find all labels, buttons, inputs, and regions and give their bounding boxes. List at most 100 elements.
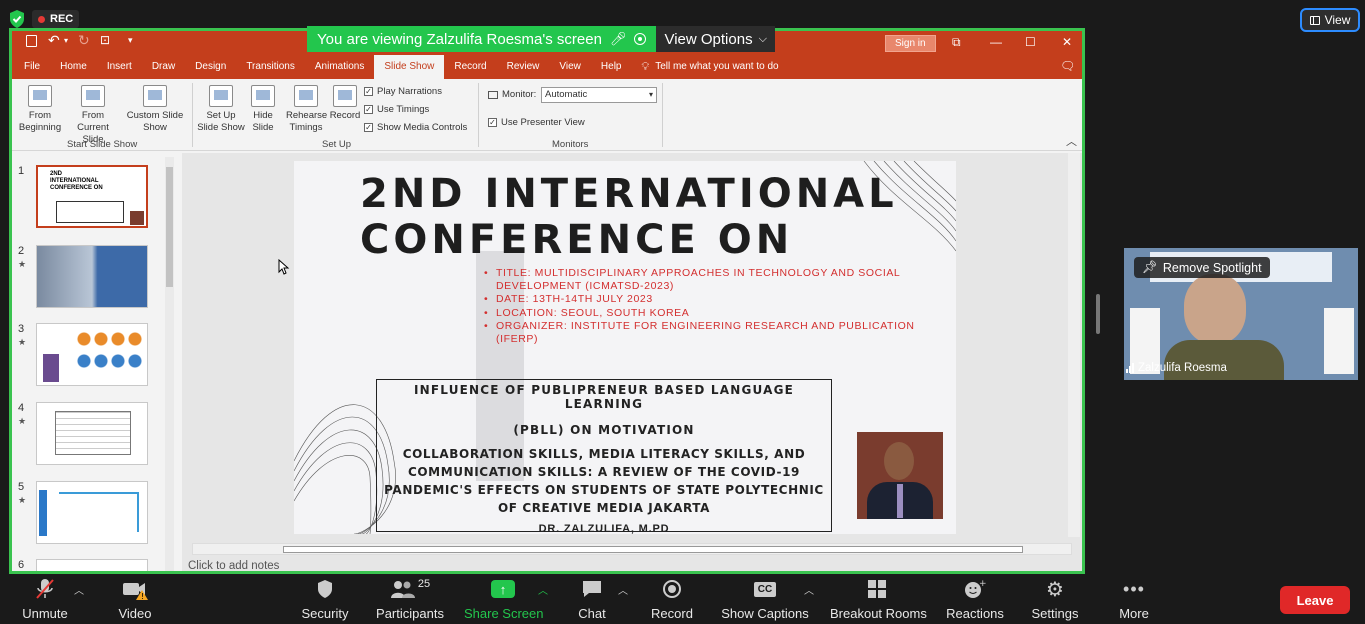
slide-thumbnail-panel: 1 2ND INTERNATIONAL CONFERENCE ON 2 ★ 3 … <box>12 153 182 571</box>
set-up-slide-show-button[interactable]: Set Up Slide Show <box>196 85 246 134</box>
slide-vertical-scrollbar[interactable] <box>1068 153 1080 537</box>
record-slide-button[interactable]: Record <box>328 85 362 122</box>
ribbon-display-icon[interactable]: ⧉ <box>952 35 961 50</box>
custom-slide-show-button[interactable]: Custom Slide Show <box>124 85 186 134</box>
tab-animations[interactable]: Animations <box>305 55 374 79</box>
reactions-button[interactable]: + Reactions <box>944 576 1006 624</box>
redo-icon[interactable]: ↻ <box>78 32 90 49</box>
group-monitors: Monitors <box>552 139 589 150</box>
share-screen-button[interactable]: ↑ Share Screen <box>464 576 544 624</box>
audio-options-caret-icon[interactable]: ︿ <box>74 582 84 597</box>
leave-button[interactable]: Leave <box>1280 586 1350 614</box>
tab-draw[interactable]: Draw <box>142 55 185 79</box>
tab-home[interactable]: Home <box>50 55 97 79</box>
from-current-slide-button[interactable]: From Current Slide <box>68 85 118 146</box>
show-media-controls-checkbox[interactable]: ✓ Show Media Controls <box>364 122 467 133</box>
rehearse-timings-button[interactable]: Rehearse Timings <box>286 85 327 134</box>
security-button[interactable]: Security <box>298 576 352 624</box>
smiley-plus-icon: + <box>944 576 1006 602</box>
tab-transitions[interactable]: Transitions <box>236 55 305 79</box>
use-timings-checkbox[interactable]: ✓ Use Timings <box>364 104 429 115</box>
close-icon[interactable]: ✕ <box>1062 35 1072 49</box>
settings-button[interactable]: ⚙ Settings <box>1028 576 1082 624</box>
security-shield-icon[interactable] <box>8 9 26 29</box>
play-narrations-label: Play Narrations <box>377 86 442 97</box>
slide-thumbnail-3[interactable] <box>36 323 148 386</box>
undo-icon[interactable]: ↶ <box>48 32 60 49</box>
breakout-rooms-button[interactable]: Breakout Rooms <box>830 576 927 624</box>
video-label: Video <box>118 606 152 621</box>
bullet-title: TITLE: MULTIDISCIPLINARY APPROACHES IN T… <box>484 267 944 293</box>
sign-in-button[interactable]: Sign in <box>885 35 936 52</box>
tab-file[interactable]: File <box>12 55 50 79</box>
tab-review[interactable]: Review <box>497 55 550 79</box>
save-icon[interactable] <box>26 35 37 47</box>
maximize-icon[interactable]: ☐ <box>1025 35 1036 49</box>
show-captions-button[interactable]: CC Show Captions <box>720 576 810 624</box>
cc-icon: CC <box>720 576 810 602</box>
customize-qat-icon[interactable]: ▾ <box>128 35 133 46</box>
slideshow-current-icon <box>81 85 105 107</box>
slide-title: 2ND INTERNATIONAL CONFERENCE ON <box>360 171 898 263</box>
record-slide-label: Record <box>329 110 361 121</box>
viewing-screen-banner: You are viewing Zalzulifa Roesma's scree… <box>307 26 657 52</box>
tell-me-search[interactable]: 💡︎ Tell me what you want to do <box>631 55 788 79</box>
comments-icon[interactable]: 🗨︎ <box>1060 59 1075 73</box>
slide-number: 1 <box>18 165 25 177</box>
hide-slide-button[interactable]: Hide Slide <box>248 85 278 134</box>
thumb-figure <box>43 354 59 382</box>
share-options-caret-icon[interactable]: ︿ <box>538 582 548 597</box>
minimize-icon[interactable]: — <box>990 35 1002 49</box>
slide-thumbnail-6[interactable] <box>36 559 148 571</box>
unmute-label: Unmute <box>22 606 68 621</box>
chat-options-caret-icon[interactable]: ︿ <box>618 582 628 597</box>
participants-label: Participants <box>376 606 444 621</box>
view-button[interactable]: View <box>1300 8 1360 32</box>
notes-placeholder[interactable]: Click to add notes <box>188 560 279 571</box>
chat-button[interactable]: Chat <box>570 576 614 624</box>
tab-design[interactable]: Design <box>185 55 236 79</box>
tab-slide-show[interactable]: Slide Show <box>374 55 445 79</box>
monitor-select-value: Automatic <box>545 89 588 100</box>
scrollbar-thumb[interactable] <box>283 546 1023 553</box>
remove-spotlight-button[interactable]: 📌︎ Remove Spotlight <box>1134 257 1270 278</box>
checkbox-checked-icon: ✓ <box>364 105 373 114</box>
more-button[interactable]: ••• More <box>1112 576 1156 624</box>
captions-options-caret-icon[interactable]: ︿ <box>804 582 814 597</box>
unmute-button[interactable]: Unmute <box>18 576 72 624</box>
slide-thumbnail-2[interactable] <box>36 245 148 308</box>
undo-dropdown-icon[interactable]: ▾ <box>64 36 68 45</box>
recording-badge[interactable]: REC <box>32 10 80 28</box>
monitor-select[interactable]: Automatic ▾ <box>541 87 657 103</box>
scrollbar-thumb[interactable] <box>166 167 173 287</box>
use-presenter-view-checkbox[interactable]: ✓ Use Presenter View <box>488 117 585 128</box>
tab-record[interactable]: Record <box>444 55 496 79</box>
collapse-ribbon-icon[interactable]: ︿ <box>1066 133 1077 149</box>
custom-show-label: Custom Slide Show <box>126 110 184 133</box>
slide-thumbnail-4[interactable] <box>36 402 148 465</box>
ribbon-divider <box>192 83 193 147</box>
tell-me-label: Tell me what you want to do <box>655 61 779 72</box>
slideshow-ribbon: From Beginning From Current Slide Custom… <box>12 79 1082 151</box>
video-button[interactable]: ! Video <box>110 576 160 624</box>
panel-resize-handle[interactable] <box>1096 294 1100 334</box>
slide-thumbnail-1[interactable]: 2ND INTERNATIONAL CONFERENCE ON <box>36 165 148 228</box>
tab-help[interactable]: Help <box>591 55 632 79</box>
thumb-chart-circles <box>77 354 143 368</box>
tab-view[interactable]: View <box>549 55 591 79</box>
presenter-view-label: Use Presenter View <box>501 117 585 128</box>
from-beginning-button[interactable]: From Beginning <box>16 85 64 134</box>
slide-horizontal-scrollbar[interactable] <box>192 543 1072 555</box>
thumbnail-scrollbar[interactable] <box>165 157 174 571</box>
tab-insert[interactable]: Insert <box>97 55 142 79</box>
record-button[interactable]: Record <box>648 576 696 624</box>
participants-button[interactable]: 25 Participants <box>374 576 446 624</box>
setup-show-icon <box>209 85 233 107</box>
slide-canvas[interactable]: 2ND INTERNATIONAL CONFERENCE ON TITLE: M… <box>294 161 956 534</box>
present-icon[interactable]: ⊡ <box>100 33 110 47</box>
breakout-grid-icon <box>830 576 924 602</box>
view-options-button[interactable]: View Options ⌵ <box>656 26 775 52</box>
slide-thumbnail-5[interactable] <box>36 481 148 544</box>
share-screen-icon: ↑ <box>464 576 542 602</box>
play-narrations-checkbox[interactable]: ✓ Play Narrations <box>364 86 442 97</box>
